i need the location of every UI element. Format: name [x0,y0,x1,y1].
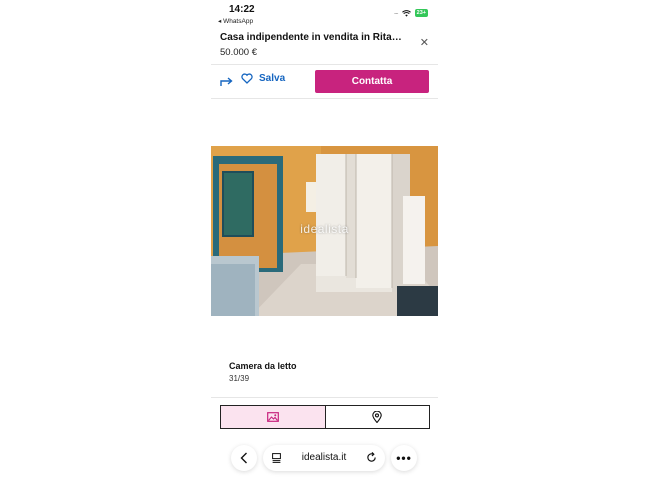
listing-title: Casa indipendente in vendita in Rita… [220,32,402,43]
share-arrow-icon[interactable] [220,75,234,87]
tab-map[interactable] [326,406,430,428]
contact-button[interactable]: Contatta [315,70,429,93]
chevron-left-icon [240,452,247,464]
photo-counter: 31/39 [229,374,250,383]
listing-price: 50.000 € [220,47,257,58]
wifi-icon [401,9,411,17]
signal-icon: .... [393,9,399,16]
image-icon [266,412,279,422]
photo-map-tabs [220,405,430,429]
phone-screen: 14:22 ◂ WhatsApp .... 23+ Casa indipende… [211,0,438,492]
reload-icon[interactable] [366,452,377,463]
actions-divider [211,98,438,99]
status-time: 14:22 [229,4,255,15]
header-divider [211,64,438,65]
address-bar[interactable]: idealista.it [263,445,385,471]
close-icon[interactable]: ✕ [420,36,429,49]
status-indicators: .... 23+ [394,9,428,17]
tab-photos[interactable] [221,406,326,428]
browser-back-button[interactable] [231,445,257,471]
photo-caption: Camera da letto [229,361,297,371]
battery-icon: 23+ [414,9,428,17]
back-to-whatsapp[interactable]: ◂ WhatsApp [218,17,253,25]
listing-photo[interactable]: idealista [211,146,438,316]
photo-watermark: idealista [300,222,349,236]
save-button[interactable]: Salva [241,73,285,84]
save-label: Salva [259,73,286,84]
more-options-button[interactable]: ••• [391,445,417,471]
map-pin-icon [372,411,383,423]
caption-divider [211,397,438,398]
heart-icon [241,73,253,84]
